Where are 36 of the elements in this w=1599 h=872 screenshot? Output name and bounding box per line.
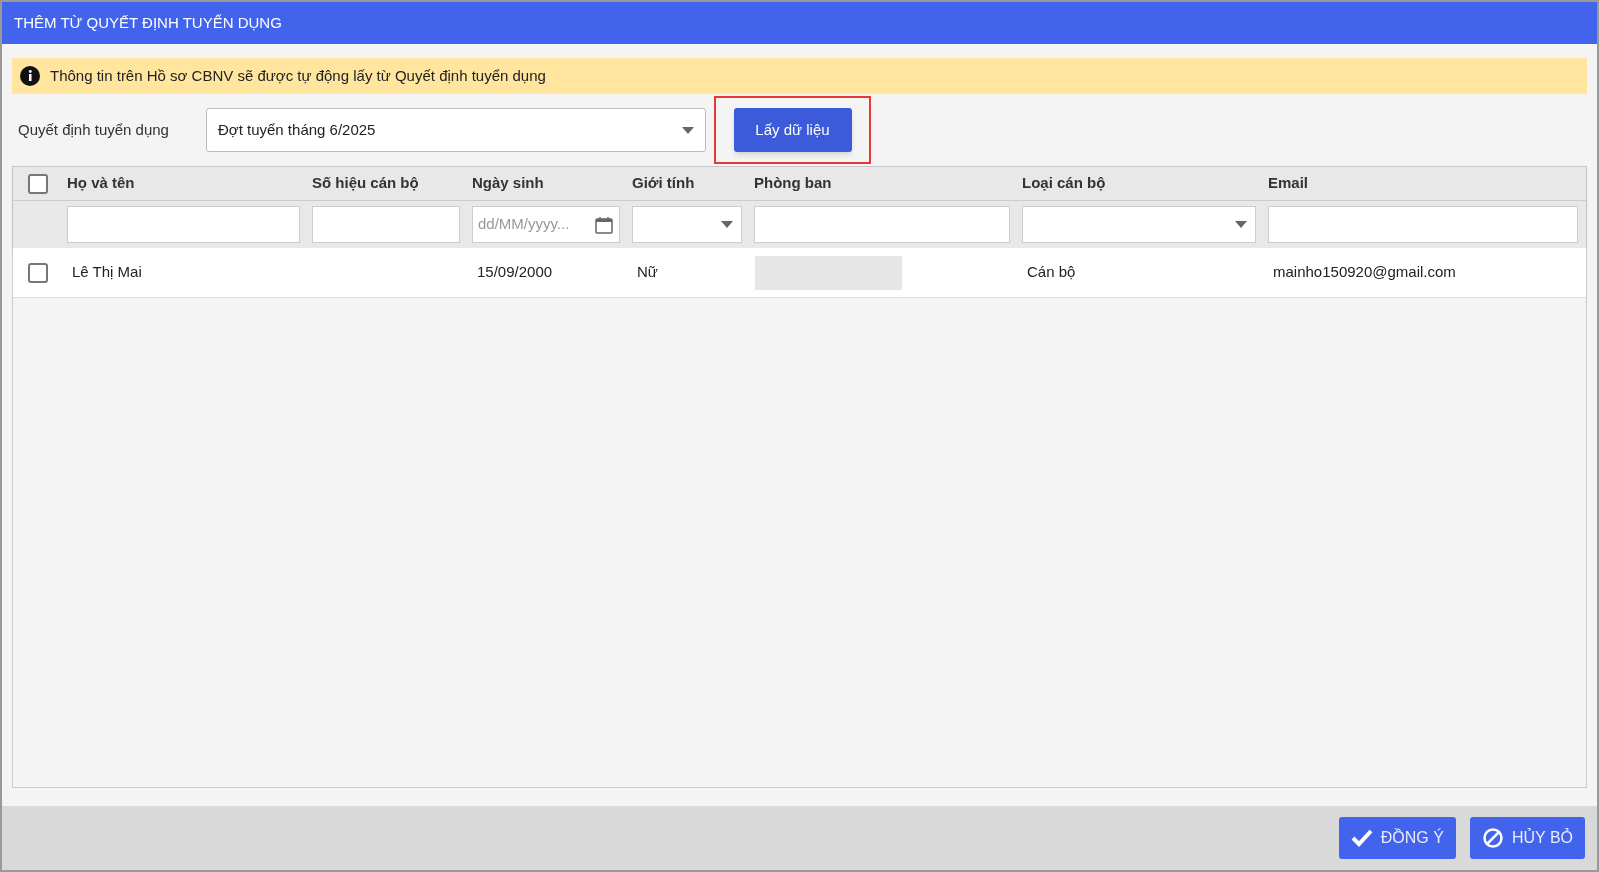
checkbox[interactable] <box>28 173 48 194</box>
column-header: Số hiệu cán bộ <box>311 173 420 194</box>
decision-dropdown[interactable]: Đợt tuyển tháng 6/2025 <box>206 108 706 152</box>
filter-input[interactable] <box>1268 206 1578 243</box>
calendar-icon <box>594 214 614 235</box>
table-cell-text: Cán bộ <box>1027 262 1076 283</box>
caret-icon <box>682 126 694 134</box>
check-icon <box>1350 829 1373 847</box>
table-cell-text: Lê Thị Mai <box>72 262 142 283</box>
table-cell-text: Nữ <box>637 262 658 283</box>
caret-icon <box>721 221 733 228</box>
confirm-button[interactable]: ĐỒNG Ý <box>1338 817 1456 859</box>
column-header: Loại cán bộ <box>1021 173 1107 194</box>
filter-input[interactable] <box>312 206 460 243</box>
date-filter-input[interactable]: dd/MM/yyyy... <box>472 206 620 243</box>
table-cell-text: mainho150920@gmail.com <box>1273 262 1456 283</box>
table-cell-text: 15/09/2000 <box>477 262 553 283</box>
field-label: Quyết định tuyển dụng <box>18 119 170 140</box>
caret-icon <box>1235 221 1247 228</box>
filter-input[interactable] <box>67 206 300 243</box>
table-row[interactable]: Lê Thị Mai 15/09/2000 Nữ Cán bộ mainho150920@gmail.com <box>13 248 1586 298</box>
checkbox[interactable] <box>28 262 48 283</box>
filter-dropdown[interactable] <box>1022 206 1256 243</box>
fetch-data-button[interactable]: Lấy dữ liệu <box>733 108 852 152</box>
column-header: Phòng ban <box>753 173 833 194</box>
window-title: THÊM TỪ QUYẾT ĐỊNH TUYỂN DỤNG <box>14 12 282 33</box>
column-header: Giới tính <box>631 173 696 194</box>
notice-text: Thông tin trên Hồ sơ CBNV sẽ được tự động lấy từ Quyết định tuyển dụng <box>50 65 546 86</box>
filter-dropdown[interactable] <box>632 206 742 243</box>
filter-input[interactable] <box>754 206 1010 243</box>
info-icon <box>20 66 40 86</box>
cancel-button[interactable]: HỦY BỎ <box>1469 817 1585 859</box>
column-header: Email <box>1267 173 1310 194</box>
prohibited-icon <box>1481 827 1504 849</box>
column-header: Ngày sinh <box>471 173 545 194</box>
column-header: Họ và tên <box>66 173 136 194</box>
